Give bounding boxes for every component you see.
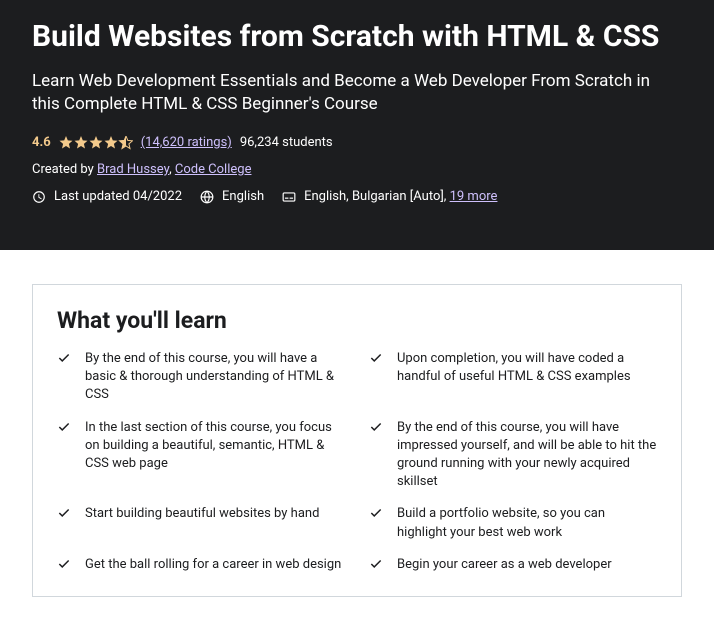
learn-item: Start building beautiful websites by han…: [57, 505, 345, 541]
learn-item: In the last section of this course, you …: [57, 419, 345, 492]
rating-value: 4.6: [32, 135, 51, 150]
created-by-label: Created by: [32, 162, 97, 177]
check-icon: [57, 420, 71, 434]
check-icon: [57, 351, 71, 365]
learn-grid: By the end of this course, you will have…: [57, 350, 657, 574]
learn-section-wrap: What you'll learn By the end of this cou…: [0, 250, 714, 617]
check-icon: [57, 506, 71, 520]
learn-item-text: In the last section of this course, you …: [85, 419, 345, 492]
course-info-row: Last updated 04/2022 English English, Bu…: [32, 189, 682, 204]
learn-item-text: Begin your career as a web developer: [397, 556, 612, 574]
learn-item: Build a portfolio website, so you can hi…: [369, 505, 657, 541]
learn-item: Get the ball rolling for a career in web…: [57, 556, 345, 574]
learn-item: Begin your career as a web developer: [369, 556, 657, 574]
captions-icon: [282, 190, 296, 204]
check-icon: [57, 557, 71, 571]
learn-item-text: By the end of this course, you will have…: [85, 350, 345, 405]
learn-item: Upon completion, you will have coded a h…: [369, 350, 657, 405]
learn-item-text: Start building beautiful websites by han…: [85, 505, 319, 541]
rating-row: 4.6 (14,620 ratings) 96,234 students: [32, 135, 682, 150]
last-updated-icon: [32, 190, 46, 204]
globe-icon: [200, 190, 214, 204]
rating-stars: [59, 136, 133, 150]
created-by-row: Created by Brad Hussey, Code College: [32, 162, 682, 177]
course-title: Build Websites from Scratch with HTML & …: [32, 18, 682, 56]
learn-item-text: Build a portfolio website, so you can hi…: [397, 505, 657, 541]
author-link-2[interactable]: Code College: [175, 162, 252, 177]
learn-item-text: Upon completion, you will have coded a h…: [397, 350, 657, 405]
learn-item: By the end of this course, you will have…: [57, 350, 345, 405]
author-link-1[interactable]: Brad Hussey: [97, 162, 169, 177]
captions-text: English, Bulgarian [Auto], 19 more: [304, 189, 497, 204]
learn-heading: What you'll learn: [57, 307, 657, 334]
check-icon: [369, 557, 383, 571]
learn-item: By the end of this course, you will have…: [369, 419, 657, 492]
language-text: English: [222, 189, 264, 204]
last-updated-text: Last updated 04/2022: [54, 189, 182, 204]
learn-item-text: By the end of this course, you will have…: [397, 419, 657, 492]
students-count: 96,234 students: [240, 135, 333, 150]
ratings-count-link[interactable]: (14,620 ratings): [141, 135, 232, 150]
course-subtitle: Learn Web Development Essentials and Bec…: [32, 70, 682, 118]
course-hero: Build Websites from Scratch with HTML & …: [0, 0, 714, 250]
learn-item-text: Get the ball rolling for a career in web…: [85, 556, 341, 574]
check-icon: [369, 506, 383, 520]
learn-section: What you'll learn By the end of this cou…: [32, 284, 682, 597]
captions-more-link[interactable]: 19 more: [450, 189, 498, 204]
check-icon: [369, 420, 383, 434]
check-icon: [369, 351, 383, 365]
